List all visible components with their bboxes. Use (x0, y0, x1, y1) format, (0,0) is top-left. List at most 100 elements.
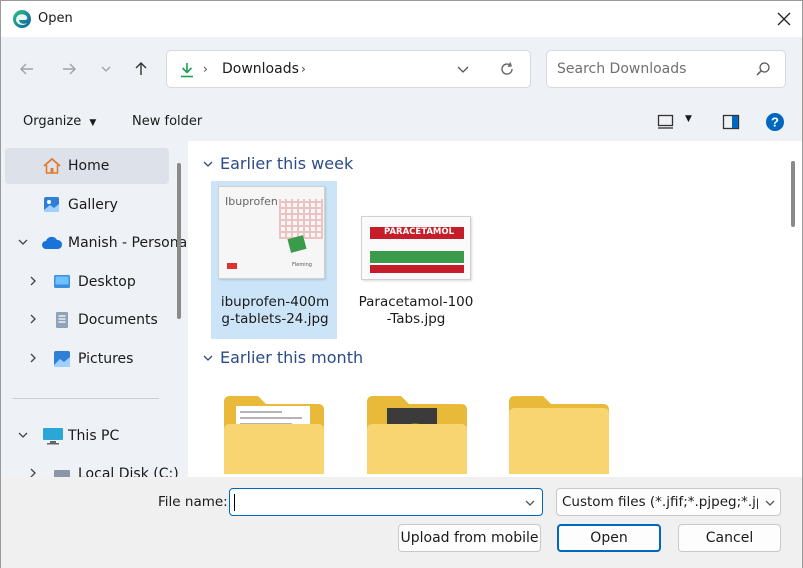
navigation-pane: Home Gallery Manish - Personal Desktop D… (1, 141, 188, 477)
sidebar-item-label: Pictures (78, 351, 134, 367)
window-title: Open (38, 11, 73, 26)
file-name: ibuprofen-400m g-tablets-24.jpg (211, 294, 339, 328)
file-list: Earlier this week Ibuprofen Fleming ibup… (190, 141, 784, 477)
chevron-right-icon[interactable] (27, 313, 39, 328)
command-bar: Organize ▼ New folder ▼ ? (1, 105, 802, 141)
up-button[interactable] (127, 55, 155, 83)
sidebar-item-label: Documents (78, 312, 158, 328)
sidebar-scrollbar[interactable] (177, 163, 181, 319)
documents-icon (53, 311, 71, 333)
organize-label: Organize (23, 114, 82, 129)
sidebar-item-gallery[interactable]: Gallery (5, 187, 169, 223)
file-name-line: -Tabs.jpg (386, 311, 446, 327)
caret-down-icon: ▼ (89, 118, 97, 128)
back-button[interactable] (13, 55, 41, 83)
recent-locations-button[interactable] (92, 55, 120, 83)
preview-pane-button[interactable] (722, 114, 740, 134)
sidebar-item-label: This PC (68, 428, 120, 444)
thumbnail-text: Fleming (292, 262, 312, 268)
thumbnail-text: Ibuprofen (225, 195, 278, 208)
file-name-dropdown-button[interactable] (524, 497, 536, 513)
refresh-icon (501, 62, 513, 75)
arrow-up-icon (135, 62, 147, 75)
title-bar: Open (1, 1, 802, 37)
sidebar-item-home[interactable]: Home (5, 148, 169, 184)
pack-green-band (370, 251, 464, 263)
breadcrumb-downloads[interactable]: Downloads (222, 61, 299, 77)
sidebar-item-pictures[interactable]: Pictures (5, 341, 169, 377)
folder-item[interactable] (507, 394, 611, 477)
file-name-label: File name: (158, 494, 228, 510)
home-icon (42, 156, 62, 180)
search-box[interactable]: Search Downloads (546, 50, 786, 88)
sidebar-item-onedrive[interactable]: Manish - Personal (5, 225, 188, 261)
chevron-down-icon[interactable] (764, 497, 776, 513)
upload-from-mobile-button[interactable]: Upload from mobile (398, 524, 541, 552)
thumbnail-ibuprofen: Ibuprofen Fleming (218, 186, 325, 279)
search-icon (755, 61, 771, 81)
breadcrumb-chevron-icon: › (203, 62, 208, 76)
folder-item[interactable] (365, 394, 469, 477)
edge-logo-icon (12, 9, 32, 29)
pack-red-stripe (370, 265, 464, 273)
sidebar-item-label: Home (68, 158, 110, 174)
pack-badge (287, 235, 307, 253)
chevron-down-icon[interactable] (17, 429, 29, 444)
sidebar-item-label: Local Disk (C:) (78, 466, 179, 477)
folder-icon (367, 396, 467, 474)
sidebar-item-documents[interactable]: Documents (5, 302, 169, 338)
forward-button[interactable] (55, 55, 83, 83)
chevron-down-icon[interactable] (17, 236, 29, 251)
computer-icon (42, 427, 64, 449)
sidebar-item-desktop[interactable]: Desktop (5, 264, 169, 300)
chevron-right-icon[interactable] (27, 352, 39, 367)
chevron-right-icon[interactable] (27, 467, 39, 477)
breadcrumb-chevron-icon[interactable]: › (301, 62, 306, 76)
thumbnail-paracetamol: PARACETAMOL (361, 216, 471, 280)
sidebar-item-this-pc[interactable]: This PC (5, 418, 169, 454)
address-dropdown-button[interactable] (456, 62, 470, 80)
chevron-down-icon (203, 161, 213, 167)
view-options-button[interactable] (657, 114, 675, 134)
search-input[interactable]: Search Downloads (557, 61, 686, 77)
cancel-button[interactable]: Cancel (678, 524, 781, 552)
refresh-button[interactable] (499, 61, 515, 81)
sidebar-item-label: Manish - Personal (68, 235, 188, 251)
pictures-icon (53, 350, 71, 372)
organize-button[interactable]: Organize ▼ (23, 114, 96, 129)
file-type-filter-value: Custom files (*.jfif;*.pjpeg;*.jpe (562, 494, 758, 510)
file-name: Paracetamol-100 -Tabs.jpg (352, 294, 480, 328)
group-title: Earlier this month (220, 348, 364, 367)
folder-item[interactable] (222, 394, 326, 477)
view-icon (657, 114, 674, 129)
file-type-filter[interactable]: Custom files (*.jfif;*.pjpeg;*.jpe (556, 488, 781, 516)
file-item-ibuprofen[interactable]: Ibuprofen Fleming ibuprofen-400m g-table… (211, 181, 337, 339)
content-scrollbar[interactable] (791, 161, 795, 227)
chevron-down-icon (457, 66, 469, 73)
cloud-icon (41, 235, 63, 255)
chevron-right-icon[interactable] (27, 275, 39, 290)
thumbnail-text: PARACETAMOL (384, 227, 455, 237)
file-name-field[interactable] (229, 488, 543, 516)
preview-pane-icon (722, 114, 740, 130)
navigation-bar: › Downloads › Search Downloads (1, 37, 802, 105)
address-bar[interactable]: › Downloads › (166, 50, 531, 88)
text-cursor (234, 494, 235, 511)
chevron-down-icon (101, 66, 111, 72)
arrow-left-icon (20, 63, 33, 75)
sidebar-divider (13, 398, 159, 399)
open-button[interactable]: Open (557, 524, 661, 552)
file-name-line: Paracetamol-100 (358, 294, 474, 310)
arrow-right-icon (63, 63, 76, 75)
file-item-paracetamol[interactable]: PARACETAMOL Paracetamol-100 -Tabs.jpg (353, 181, 479, 339)
dialog-footer: File name: Custom files (*.jfif;*.pjpeg;… (1, 477, 802, 568)
view-dropdown-caret-icon[interactable]: ▼ (685, 114, 692, 124)
gallery-icon (42, 195, 62, 219)
sidebar-item-local-disk[interactable]: Local Disk (C:) (5, 456, 179, 477)
close-button[interactable] (769, 5, 799, 33)
new-folder-button[interactable]: New folder (132, 114, 202, 129)
pack-logo (227, 263, 237, 269)
help-button[interactable]: ? (765, 112, 785, 136)
pack-pattern (279, 199, 323, 239)
open-file-dialog: Open › Downloads › Search Downloads Orga… (0, 0, 803, 568)
